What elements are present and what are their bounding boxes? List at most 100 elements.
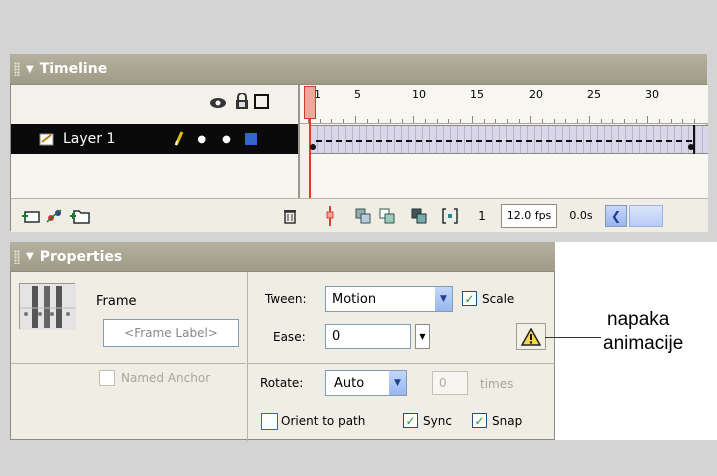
ruler-label: 5 [354, 88, 361, 101]
end-keyframe[interactable] [688, 144, 694, 150]
ruler-label: 25 [587, 88, 601, 101]
timeline-toolbar: 1 12.0 fps 0.0s ❮ [11, 198, 708, 232]
annotation-pointer-line [545, 337, 601, 338]
grip-handle[interactable] [14, 62, 20, 76]
ruler-tick [319, 119, 321, 123]
timeline-body: Layer 1 ● ● 1 5 10 15 20 25 30 1 12.0 fp… [10, 84, 708, 232]
ruler-tick [389, 119, 391, 123]
scale-checkbox[interactable]: ✓ [462, 291, 477, 306]
rotate-times-input[interactable]: 0 [432, 371, 468, 395]
frame-label-input[interactable]: <Frame Label> [103, 319, 239, 347]
frames-empty-area [311, 154, 708, 198]
chevron-down-icon[interactable]: ▼ [435, 287, 452, 311]
ruler-tick [588, 116, 590, 123]
onion-skin-outlines-icon[interactable] [379, 208, 395, 224]
lock-dot[interactable]: ● [222, 134, 231, 145]
ruler-tick [460, 119, 462, 123]
scale-label: Scale [482, 292, 515, 306]
delete-layer-icon[interactable] [283, 208, 297, 224]
ruler-tick [378, 119, 380, 123]
grip-handle[interactable] [14, 249, 20, 264]
ruler-label: 30 [645, 88, 659, 101]
timeline-title: Timeline [39, 61, 108, 77]
ruler-tick [647, 116, 649, 123]
ruler-tick [659, 119, 660, 123]
collapse-triangle-icon[interactable]: ▼ [26, 64, 34, 75]
ruler-tick [471, 116, 473, 123]
ruler-tick [354, 116, 356, 123]
ruler-tick [483, 119, 485, 123]
snap-label: Snap [492, 414, 523, 428]
broken-tween-line [316, 140, 692, 142]
divider [248, 363, 556, 364]
timeline-header[interactable]: ▼ Timeline [10, 54, 707, 84]
ruler-tick [366, 119, 368, 123]
ruler-tick [448, 119, 450, 123]
end-frame-border [693, 125, 695, 154]
divider [247, 272, 248, 441]
ruler-tick [565, 119, 567, 123]
ruler-tick [577, 119, 579, 123]
ruler-tick [623, 119, 625, 123]
ease-dropdown-button[interactable]: ▼ [415, 324, 430, 349]
ruler-tick [530, 116, 532, 123]
tween-value: Motion [332, 291, 377, 307]
playhead-marker[interactable] [304, 86, 316, 119]
sync-label: Sync [423, 414, 452, 428]
layer-empty-area [11, 154, 298, 198]
layer-color-swatch[interactable] [244, 133, 257, 145]
layer-header [11, 85, 298, 124]
chevron-down-icon[interactable]: ▼ [389, 371, 406, 395]
ruler-tick [694, 119, 696, 123]
frame-ruler[interactable]: 1 5 10 15 20 25 30 [300, 85, 708, 124]
modify-onion-markers-icon[interactable] [441, 207, 459, 225]
properties-body: Frame <Frame Label> Named Anchor Tween: … [10, 271, 556, 441]
ease-label: Ease: [273, 330, 306, 344]
start-keyframe[interactable] [310, 144, 316, 150]
properties-header[interactable]: ▼ Properties [10, 242, 555, 271]
ruler-tick [612, 119, 614, 123]
ruler-tick [600, 119, 602, 123]
elapsed-time-value: 0.0s [569, 209, 593, 222]
ruler-tick [401, 119, 403, 123]
ruler-tick [553, 119, 555, 123]
ruler-label: 15 [470, 88, 484, 101]
warning-icon[interactable] [516, 323, 546, 350]
orient-to-path-checkbox[interactable] [261, 413, 278, 430]
layer-name[interactable]: Layer 1 [63, 131, 115, 147]
add-motion-guide-icon[interactable] [45, 208, 65, 224]
ruler-tick [495, 119, 497, 123]
horizontal-scrollbar-thumb[interactable] [629, 204, 663, 227]
onion-skin-icon[interactable] [355, 208, 371, 224]
tween-select[interactable]: Motion ▼ [325, 286, 453, 312]
named-anchor-label: Named Anchor [121, 371, 211, 385]
ruler-label: 20 [529, 88, 543, 101]
frame-thumbnail-icon [19, 283, 76, 330]
layer-icon [39, 132, 55, 146]
center-frame-icon[interactable] [325, 205, 335, 226]
rotate-select[interactable]: Auto ▼ [325, 370, 407, 396]
collapse-triangle-icon[interactable]: ▼ [26, 251, 34, 262]
divider [11, 363, 246, 364]
ruler-tick [542, 119, 543, 123]
pencil-icon [173, 130, 185, 149]
snap-checkbox[interactable]: ✓ [472, 413, 487, 428]
outline-icon[interactable] [254, 94, 269, 109]
ruler-tick [518, 119, 520, 123]
named-anchor-checkbox[interactable] [99, 370, 115, 386]
sync-checkbox[interactable]: ✓ [403, 413, 418, 428]
annotation-text-line2: animacije [603, 333, 684, 354]
lock-icon[interactable] [235, 92, 249, 113]
visibility-dot[interactable]: ● [197, 134, 206, 145]
ease-input[interactable]: 0 [325, 324, 411, 349]
layer-row[interactable]: Layer 1 ● ● [11, 124, 298, 154]
ruler-tick [682, 119, 684, 123]
ruler-tick [635, 119, 637, 123]
orient-to-path-label: Orient to path [281, 414, 366, 428]
eye-icon[interactable] [209, 97, 227, 113]
frame-label: Frame [96, 294, 137, 309]
scroll-left-button[interactable]: ❮ [605, 204, 627, 227]
insert-layer-folder-icon[interactable] [69, 208, 91, 224]
insert-layer-icon[interactable] [21, 208, 41, 224]
edit-multiple-frames-icon[interactable] [411, 208, 427, 224]
